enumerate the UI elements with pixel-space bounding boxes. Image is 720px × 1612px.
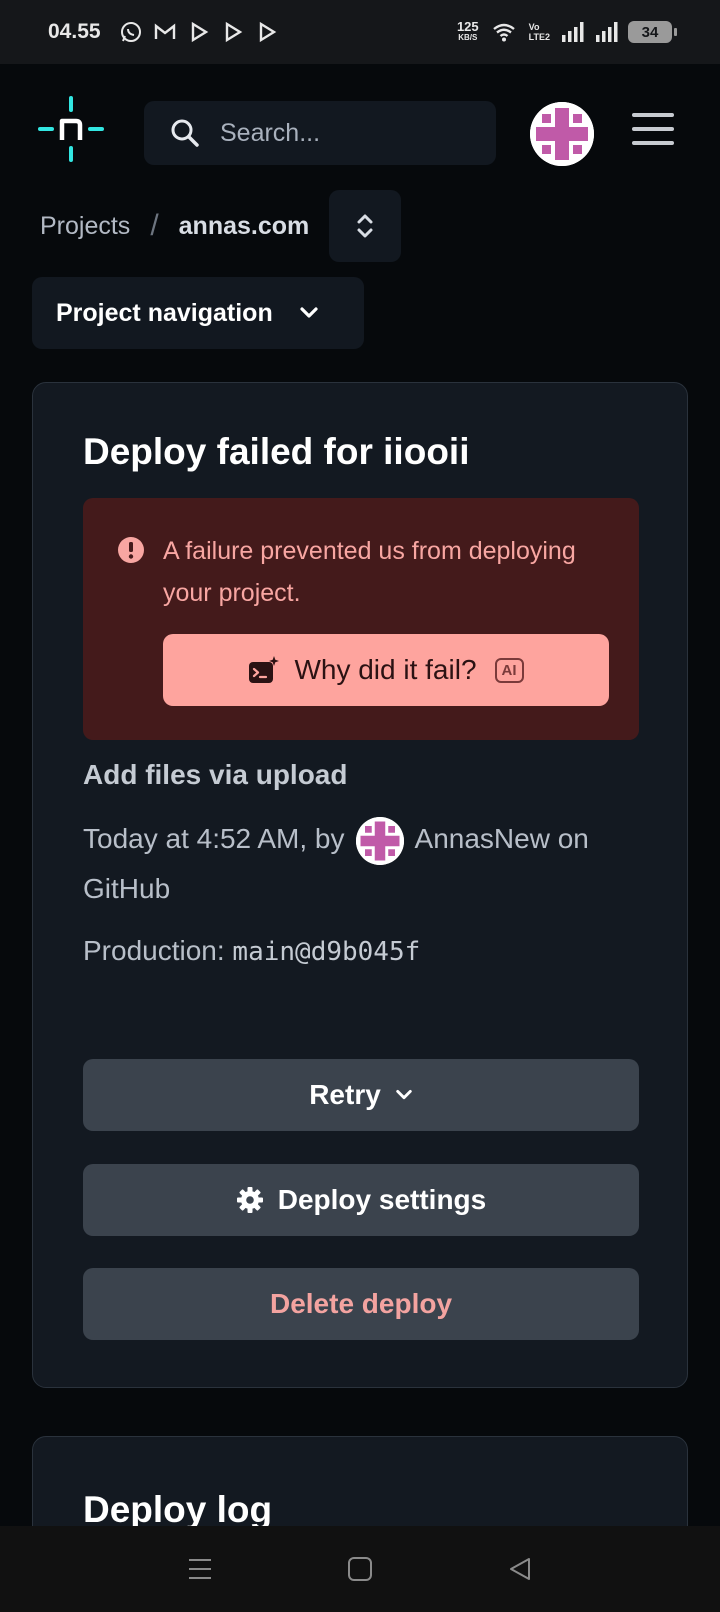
play-icon [191, 21, 208, 43]
deploy-log-title: Deploy log [83, 1489, 273, 1530]
search-placeholder: Search... [220, 118, 321, 147]
whatsapp-icon [120, 22, 141, 42]
breadcrumb-separator: / [150, 209, 159, 242]
menu-icon[interactable] [632, 113, 674, 149]
home-button[interactable] [340, 1549, 380, 1589]
deploy-summary-card: Deploy failed for iiooii A failure preve… [32, 382, 688, 1388]
user-avatar[interactable] [530, 102, 594, 166]
breadcrumb-current-project[interactable]: annas.com [179, 212, 310, 241]
recent-apps-button[interactable] [180, 1549, 220, 1589]
error-icon [118, 537, 144, 563]
chevron-down-icon [300, 307, 318, 318]
retry-button[interactable]: Retry [83, 1059, 639, 1131]
chevron-down-icon [396, 1089, 412, 1100]
chevron-up-down-icon [357, 214, 373, 238]
deploy-settings-label: Deploy settings [277, 1184, 487, 1215]
home-square-icon [348, 1557, 372, 1581]
signal-icon [596, 22, 618, 42]
top-bar: Search... [0, 64, 720, 192]
deploy-title: Deploy failed for iiooii [83, 431, 470, 472]
production-info: Production: main@d9b045f [83, 935, 420, 967]
project-switcher-button[interactable] [329, 190, 402, 262]
gmail-icon [154, 23, 175, 39]
breadcrumb: Projects / annas.com [40, 190, 402, 262]
deploy-time: Today at 4:52 AM, by [83, 823, 345, 854]
network-speed: 125 KB/S [456, 19, 479, 42]
search-icon [171, 119, 199, 147]
play-icon [259, 21, 276, 43]
deploy-failure-alert: A failure prevented us from deploying yo… [83, 498, 639, 740]
deploy-meta: Today at 4:52 AM, by AnnasNew on GitHub [83, 815, 623, 913]
delete-deploy-button[interactable]: Delete deploy [83, 1268, 639, 1340]
system-navigation-bar [0, 1526, 720, 1612]
signal-icon [562, 22, 584, 42]
why-did-it-fail-button[interactable]: Why did it fail? AI [163, 634, 609, 706]
volte-indicator: Vo LTE2 [528, 22, 550, 42]
commit-message: Add files via upload [83, 759, 348, 790]
back-button[interactable] [500, 1549, 540, 1589]
alert-message: A failure prevented us from deploying yo… [163, 537, 576, 607]
menu-lines-icon [189, 1559, 211, 1579]
deploy-settings-button[interactable]: Deploy settings [83, 1164, 639, 1236]
author-name[interactable]: AnnasNew [415, 823, 550, 854]
production-ref[interactable]: main@d9b045f [232, 937, 420, 967]
wifi-icon [492, 23, 515, 42]
clock: 04.55 [48, 20, 101, 43]
search-input[interactable]: Search... [144, 101, 496, 165]
status-bar: 04.55 125 KB/S Vo LTE2 34 [0, 0, 720, 64]
why-did-it-fail-label: Why did it fail? [294, 654, 477, 685]
ai-terminal-icon [249, 656, 280, 683]
identicon-avatar-icon [356, 816, 405, 865]
netlify-logo-icon[interactable] [38, 96, 104, 162]
battery-indicator: 34 [628, 21, 677, 43]
production-label: Production: [83, 935, 225, 966]
breadcrumb-projects-link[interactable]: Projects [40, 212, 130, 241]
back-triangle-icon [510, 1558, 530, 1580]
delete-deploy-label: Delete deploy [269, 1288, 453, 1319]
ai-badge: AI [494, 657, 524, 683]
retry-label: Retry [309, 1079, 381, 1110]
identicon-avatar-icon [530, 102, 594, 166]
gear-icon [236, 1187, 263, 1213]
play-icon [225, 21, 242, 43]
project-navigation-dropdown[interactable]: Project navigation [32, 277, 364, 349]
author-avatar [356, 816, 405, 865]
project-navigation-label: Project navigation [56, 298, 273, 327]
